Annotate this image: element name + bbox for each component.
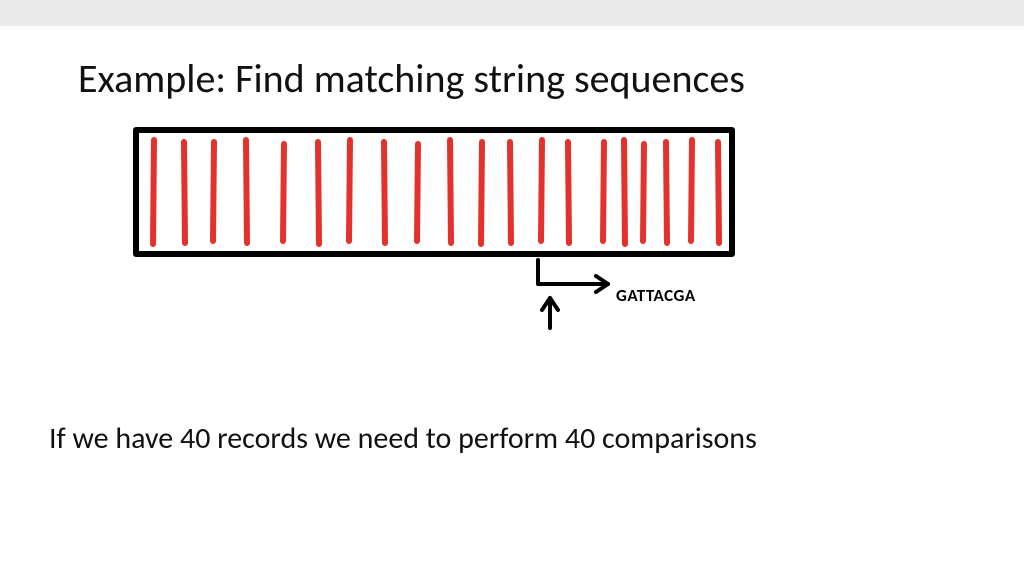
record-bar	[318, 142, 319, 244]
record-bar	[568, 142, 569, 243]
top-bar	[0, 0, 1024, 26]
record-bar	[541, 140, 542, 241]
record-bar	[213, 142, 214, 241]
record-bar	[153, 140, 154, 244]
record-bar	[510, 142, 511, 243]
record-bar	[481, 142, 482, 244]
record-bar	[691, 140, 692, 241]
record-bar	[184, 142, 185, 243]
record-bar	[603, 142, 604, 241]
annotation-arrow-path	[538, 260, 608, 284]
record-bar	[450, 140, 451, 243]
record-bar	[718, 142, 719, 243]
record-bar	[283, 144, 284, 241]
record-bar	[246, 140, 247, 243]
record-bar	[417, 144, 418, 241]
page-title: Example: Find matching string sequences	[78, 54, 745, 103]
cursor-arrow-head	[542, 298, 558, 310]
annotation-label: GATTACGA	[616, 285, 696, 306]
sequence-diagram	[132, 126, 736, 338]
record-bar	[349, 140, 350, 241]
records-box	[136, 130, 732, 254]
record-bar	[643, 144, 644, 241]
record-bar	[666, 142, 667, 243]
record-bar	[384, 142, 385, 243]
body-text: If we have 40 records we need to perform…	[49, 420, 757, 457]
annotation-arrow-head	[596, 276, 608, 292]
record-bars	[153, 140, 719, 244]
record-bar	[624, 140, 625, 244]
